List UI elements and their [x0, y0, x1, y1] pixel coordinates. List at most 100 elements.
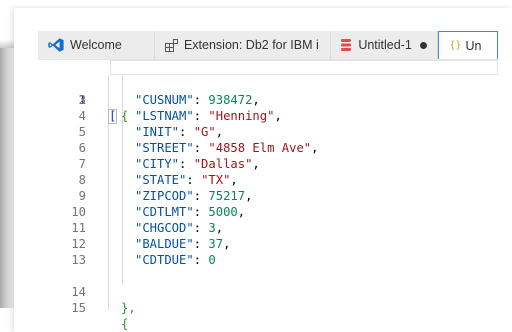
- json-comma: ,: [215, 221, 224, 235]
- tab-extension-label: Extension: Db2 for IBM i: [183, 38, 319, 52]
- json-comma: ,: [215, 125, 224, 139]
- editor-line[interactable]: 9 "ZIPCOD": 75217,: [38, 188, 498, 204]
- editor-line[interactable]: 6 "STREET": "4858 Elm Ave",: [38, 140, 498, 156]
- json-key: "STATE": [135, 173, 187, 187]
- json-colon: :: [193, 221, 209, 235]
- tab-untitled-1[interactable]: Untitled-1: [331, 31, 439, 59]
- tab-untitled-json-label: Un: [465, 38, 482, 53]
- json-value: 0: [208, 253, 216, 267]
- json-colon: :: [186, 173, 202, 187]
- editor-line[interactable]: 3 "CUSNUM": 938472,: [38, 92, 498, 108]
- json-value: 5000: [208, 205, 238, 219]
- json-key: "INIT": [135, 125, 180, 139]
- tab-welcome[interactable]: Welcome: [38, 31, 155, 59]
- tab-welcome-label: Welcome: [70, 38, 122, 52]
- editor-line[interactable]: 11 "CHGCOD": 3,: [38, 220, 498, 236]
- line-number: 9: [78, 189, 86, 203]
- json-colon: :: [179, 157, 194, 171]
- json-colon: :: [193, 109, 209, 123]
- database-icon: [341, 39, 352, 51]
- json-value: "Dallas": [193, 157, 253, 171]
- screenshot-stage: Welcome Extension: Db2 for IBM i Untitle…: [0, 0, 512, 332]
- line-code: "CITY": "Dallas",: [135, 156, 260, 172]
- editor-line[interactable]: 2 {: [38, 76, 498, 123]
- json-comma: ,: [223, 237, 231, 251]
- json-comma: ,: [311, 141, 319, 155]
- extensions-icon: [164, 38, 178, 52]
- line-number: 3: [78, 93, 86, 107]
- json-colon: :: [193, 253, 209, 267]
- line-code: "STREET": "4858 Elm Ave",: [135, 140, 318, 156]
- background-window-edge: [0, 48, 14, 308]
- json-key: "BALDUE": [135, 237, 194, 251]
- json-colon: :: [193, 93, 209, 107]
- json-comma: ,: [252, 93, 260, 107]
- editor-line[interactable]: 13 "CDTDUE": 0: [38, 252, 498, 268]
- vscode-logo-icon: [48, 38, 64, 52]
- code-editor[interactable]: 1 [ 2 { 3 "CUSNUM": 938472, 4 "LSTNAM": "He…: [38, 60, 498, 331]
- line-number: 12: [71, 237, 86, 251]
- editor-line[interactable]: 1 [: [38, 60, 498, 124]
- editor-line[interactable]: 15 {: [38, 284, 498, 331]
- unsaved-dot-icon[interactable]: [419, 41, 427, 49]
- line-code: "LSTNAM": "Henning",: [135, 108, 282, 124]
- json-key: "CDTDUE": [135, 253, 194, 267]
- json-key: "ZIPCOD": [135, 189, 194, 203]
- json-colon: :: [193, 189, 209, 203]
- json-value: 3: [208, 221, 216, 235]
- editor-tab-bar: Welcome Extension: Db2 for IBM i Untitle…: [38, 31, 498, 60]
- json-colon: :: [193, 237, 209, 251]
- line-code: "CHGCOD": 3,: [135, 220, 223, 236]
- json-value: "G": [193, 125, 216, 139]
- json-value: 938472: [208, 93, 253, 107]
- json-key: "STREET": [135, 141, 194, 155]
- line-code: "CDTLMT": 5000,: [135, 204, 245, 220]
- json-value: 75217: [208, 189, 246, 203]
- current-line-highlight: [110, 60, 498, 75]
- line-code: "BALDUE": 37,: [135, 236, 230, 252]
- line-code: "CUSNUM": 938472,: [135, 92, 260, 108]
- json-comma: ,: [252, 157, 260, 171]
- line-code: "ZIPCOD": 75217,: [135, 188, 252, 204]
- line-number: 8: [78, 173, 86, 187]
- json-comma: ,: [237, 205, 246, 219]
- json-colon: :: [179, 125, 194, 139]
- bracket-open-object: {: [121, 317, 129, 331]
- tab-untitled-label: Untitled-1: [358, 38, 412, 52]
- json-comma: ,: [274, 109, 282, 123]
- editor-line[interactable]: 7 "CITY": "Dallas",: [38, 156, 498, 172]
- json-value: "TX": [201, 173, 231, 187]
- json-value: "4858 Elm Ave": [208, 141, 312, 155]
- line-number: 13: [71, 253, 86, 267]
- line-number: 11: [71, 221, 86, 235]
- json-key: "CUSNUM": [135, 93, 194, 107]
- line-number: 10: [71, 205, 86, 219]
- line-number: 6: [78, 141, 86, 155]
- json-braces-icon: {}: [449, 40, 462, 51]
- json-colon: :: [193, 141, 209, 155]
- editor-line[interactable]: 8 "STATE": "TX",: [38, 172, 498, 188]
- bracket-close-object: },: [121, 301, 136, 315]
- json-key: "CITY": [135, 157, 180, 171]
- tab-extension-db2[interactable]: Extension: Db2 for IBM i: [154, 31, 332, 59]
- line-code: "STATE": "TX",: [135, 172, 238, 188]
- line-code: "INIT": "G",: [135, 124, 223, 140]
- line-number: 5: [78, 125, 86, 139]
- editor-line[interactable]: 4 "LSTNAM": "Henning",: [38, 108, 498, 124]
- json-comma: ,: [230, 173, 238, 187]
- line-number: 15: [71, 301, 86, 315]
- json-key: "LSTNAM": [135, 109, 194, 123]
- json-key: "CHGCOD": [135, 221, 194, 235]
- tab-untitled-json[interactable]: {} Un: [438, 31, 498, 59]
- editor-line[interactable]: 14 },: [38, 268, 498, 315]
- json-value: "Henning": [208, 109, 275, 123]
- editor-line[interactable]: 12 "BALDUE": 37,: [38, 236, 498, 252]
- json-value: 37: [208, 237, 224, 251]
- editor-line[interactable]: 10 "CDTLMT": 5000,: [38, 204, 498, 220]
- json-colon: :: [193, 205, 209, 219]
- editor-line[interactable]: 5 "INIT": "G",: [38, 124, 498, 140]
- json-key: "CDTLMT": [135, 205, 194, 219]
- line-number: 4: [78, 109, 86, 123]
- line-number: 7: [78, 157, 86, 171]
- json-comma: ,: [245, 189, 253, 203]
